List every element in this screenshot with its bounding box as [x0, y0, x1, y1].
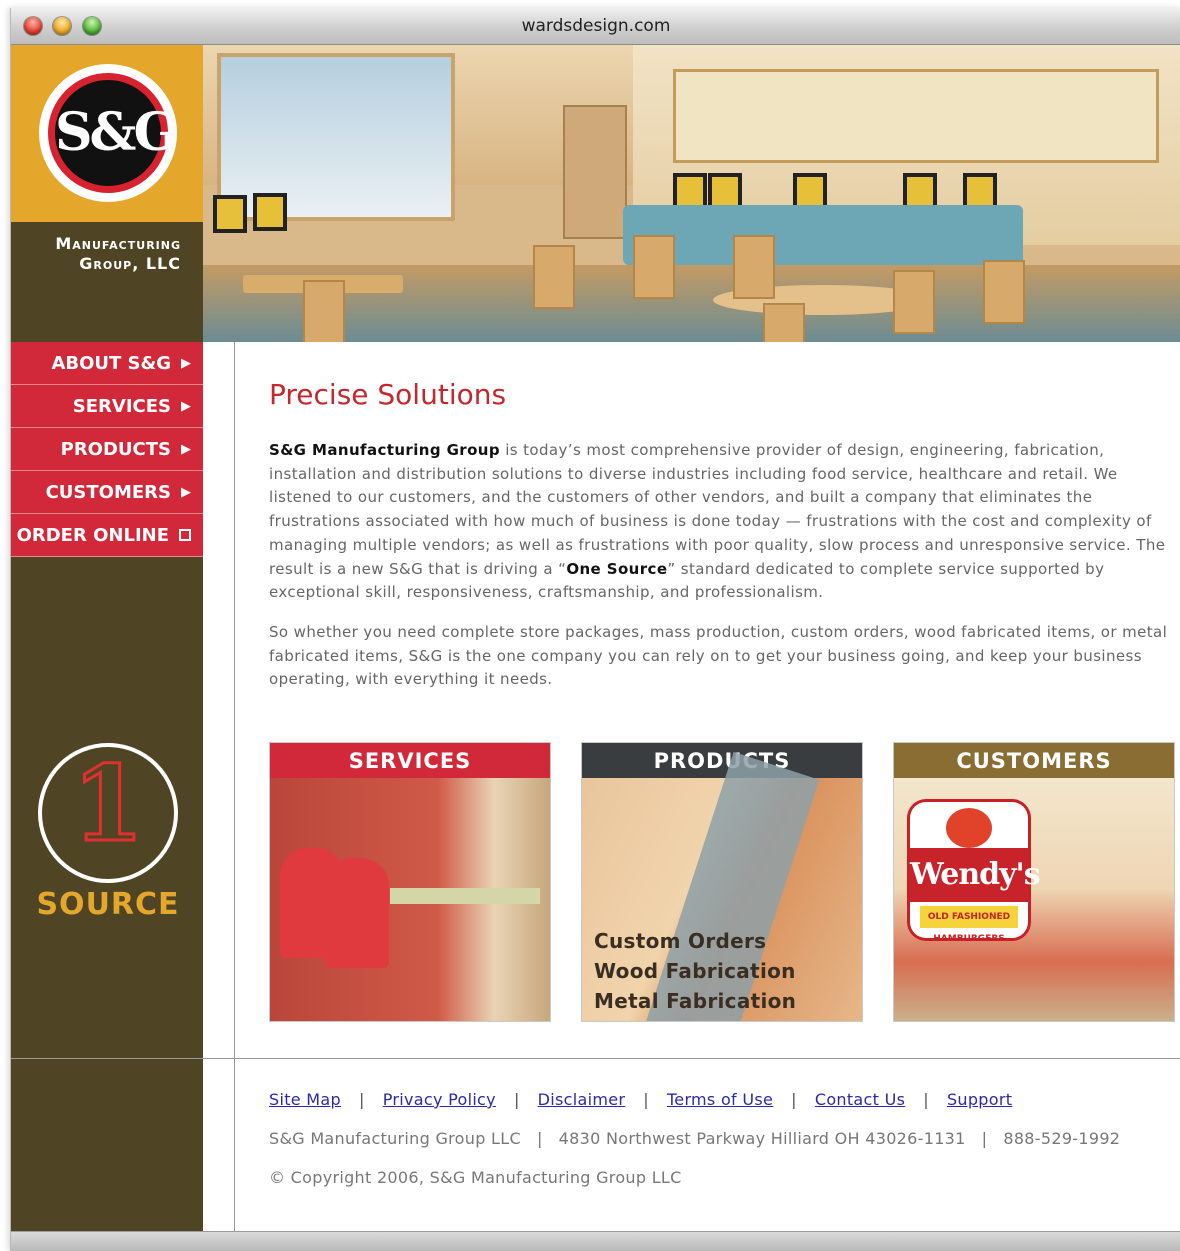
products-line-custom-orders: Custom Orders — [594, 929, 767, 953]
arrow-right-icon: ▶ — [181, 398, 191, 414]
intro-paragraph: S&G Manufacturing Group is today’s most … — [269, 439, 1180, 605]
main-nav: ABOUT S&G ▶ SERVICES ▶ PRODUCTS ▶ CUSTOM… — [11, 342, 203, 557]
footer-separator: | — [923, 1090, 929, 1109]
company-name: Manufacturing Group, LLC — [11, 234, 181, 274]
title-bar: wardsdesign.com — [11, 8, 1180, 45]
window-title: wardsdesign.com — [521, 16, 671, 36]
services-photo — [270, 778, 550, 1021]
footer-link-terms-of-use[interactable]: Terms of Use — [667, 1090, 773, 1109]
footer: Site Map | Privacy Policy | Disclaimer | Terms… — [269, 1090, 1179, 1187]
tile-customers-title: CUSTOMERS — [894, 743, 1174, 778]
external-square-icon — [179, 529, 191, 541]
footer-phone: 888-529-1992 — [1003, 1129, 1121, 1148]
company-line-1: Manufacturing — [55, 234, 181, 253]
intro-text: is today’s most comprehensive provider o… — [269, 441, 1166, 578]
footer-separator: | — [643, 1090, 649, 1109]
nav-order-online[interactable]: ORDER ONLINE — [11, 514, 203, 557]
footer-separator: | — [791, 1090, 797, 1109]
footer-company: S&G Manufacturing Group LLC — [269, 1129, 521, 1148]
page-title: Precise Solutions — [269, 378, 507, 411]
hero-menu-board — [673, 69, 1159, 163]
sidebar: S&G Manufacturing Group, LLC ABOUT S&G ▶… — [11, 45, 203, 1231]
customers-photo: Wendy's OLD FASHIONED HAMBURGERS — [894, 778, 1174, 1021]
footer-street: 4830 Northwest Parkway Hilliard OH 43026… — [558, 1129, 966, 1148]
one-source-number: 1 — [70, 742, 145, 865]
logo-ring: S&G — [48, 73, 178, 193]
browser-window: wardsdesign.com S&G Manufacturing Group,… — [10, 8, 1180, 1251]
wendys-sign: Wendy's OLD FASHIONED HAMBURGERS — [910, 802, 1041, 944]
wendys-tagline: OLD FASHIONED HAMBURGERS — [920, 906, 1018, 944]
one-source-circle: 1 — [38, 743, 178, 883]
footer-separator: | — [981, 1129, 988, 1148]
nav-customers-label: CUSTOMERS — [45, 481, 171, 503]
nav-products-label: PRODUCTS — [60, 438, 171, 460]
footer-separator: | — [536, 1129, 543, 1148]
arrow-right-icon: ▶ — [181, 441, 191, 457]
footer-link-contact-us[interactable]: Contact Us — [815, 1090, 905, 1109]
arrow-right-icon: ▶ — [181, 484, 191, 500]
footer-separator: | — [513, 1090, 520, 1109]
intro-one-source: One Source — [566, 559, 668, 578]
footer-link-site-map[interactable]: Site Map — [269, 1090, 341, 1109]
intro-company-name: S&G Manufacturing Group — [269, 441, 501, 459]
arrow-right-icon: ▶ — [181, 355, 191, 371]
nav-services[interactable]: SERVICES ▶ — [11, 385, 203, 428]
products-line-wood-fabrication: Wood Fabrication — [594, 959, 796, 983]
nav-about[interactable]: ABOUT S&G ▶ — [11, 342, 203, 385]
logo-panel[interactable]: S&G — [11, 45, 203, 222]
products-overlay: Custom Orders Wood Fabrication Metal Fab… — [594, 926, 796, 1016]
tile-products-title: PRODUCTS — [582, 743, 862, 778]
footer-address: S&G Manufacturing Group LLC | 4830 Northwe… — [269, 1129, 1179, 1148]
company-line-2: Group, LLC — [79, 254, 181, 273]
nav-products[interactable]: PRODUCTS ▶ — [11, 428, 203, 471]
footer-link-privacy-policy[interactable]: Privacy Policy — [383, 1090, 496, 1109]
footer-divider — [11, 1058, 1180, 1059]
sg-logo[interactable]: S&G — [39, 64, 178, 202]
nav-customers[interactable]: CUSTOMERS ▶ — [11, 471, 203, 514]
products-line-metal-fabrication: Metal Fabrication — [594, 989, 797, 1013]
nav-services-label: SERVICES — [72, 395, 171, 417]
wendys-name: Wendy's — [910, 848, 1041, 902]
logo-text: S&G — [55, 102, 178, 163]
footer-separator: | — [358, 1090, 365, 1109]
tile-services[interactable]: SERVICES — [269, 742, 551, 1022]
content-divider — [234, 342, 235, 1231]
second-paragraph: So whether you need complete store packa… — [269, 623, 1168, 689]
one-source-word: SOURCE — [36, 887, 180, 922]
products-photo: Custom Orders Wood Fabrication Metal Fab… — [582, 751, 862, 1021]
hero-restaurant-photo — [203, 45, 1180, 342]
copyright: © Copyright 2006, S&G Manufacturing Grou… — [269, 1168, 682, 1187]
window-bottom-bar — [11, 1231, 1180, 1251]
footer-link-support[interactable]: Support — [947, 1090, 1012, 1109]
wendys-girl-icon — [946, 808, 992, 848]
nav-order-online-label: ORDER ONLINE — [16, 524, 169, 546]
one-source-badge: 1 SOURCE — [35, 743, 181, 922]
tile-products[interactable]: PRODUCTS Custom Orders Wood Fabrication … — [581, 742, 863, 1022]
tile-customers[interactable]: CUSTOMERS Wendy's OLD FASHIONED HAMBURGE… — [893, 742, 1175, 1022]
nav-about-label: ABOUT S&G — [51, 352, 171, 374]
footer-links: Site Map | Privacy Policy | Disclaimer | Terms… — [269, 1090, 1179, 1109]
tile-services-title: SERVICES — [270, 743, 550, 778]
footer-link-disclaimer[interactable]: Disclaimer — [538, 1090, 626, 1109]
